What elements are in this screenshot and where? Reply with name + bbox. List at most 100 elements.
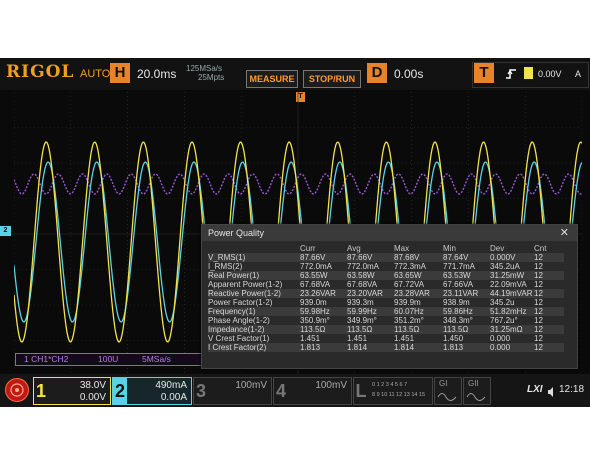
measurement-value: 59.99Hz [347, 307, 394, 316]
measurement-value: 939.0m [300, 298, 327, 307]
speaker-icon[interactable] [547, 384, 557, 402]
measurement-value: 939.3m [347, 298, 374, 307]
column-header: Max [394, 244, 410, 253]
measurement-value: 0.000 [490, 334, 511, 343]
measurement-value: 23.11VAR [443, 289, 490, 298]
horizontal-badge[interactable]: H [110, 63, 130, 83]
sine-wave-icon [466, 393, 486, 401]
column-header: Curr [300, 244, 316, 253]
table-row: V_RMS(1) 87.66V 87.66V 87.68V 87.64V 0.000V 12 [208, 253, 564, 262]
channel-2-number: 2 [113, 378, 127, 404]
measurement-name: Impedance(1-2) [208, 325, 300, 334]
measurement-value: 87.64V [443, 253, 490, 262]
edge-trigger-icon [505, 67, 517, 85]
measurement-value: 63.58W [347, 271, 394, 280]
measurement-value: 1.451 [300, 334, 321, 343]
measurement-value: 12 [534, 271, 564, 280]
measurement-value: 31.25mΩ [490, 325, 534, 334]
measurement-value: 350.9m° [300, 316, 330, 325]
measurement-name: Reactive Power(1-2) [208, 289, 300, 298]
dialog-title: Power Quality [202, 225, 577, 241]
timebase-value[interactable]: 20.0ms [137, 67, 176, 81]
measurement-value: 0.000 [490, 343, 534, 352]
measurement-value: 772.0mA [347, 262, 380, 271]
table-row: Real Power(1) 63.55W 63.58W 63.65W 63.53W 31.… [208, 271, 564, 280]
channel-4-scale: 100mV [315, 380, 347, 391]
measurement-value: 12 [534, 298, 543, 307]
menu-button[interactable] [5, 378, 29, 402]
math-sample-rate: 5MSa/s [142, 354, 171, 364]
measurement-value: 23.20VAR [347, 289, 394, 298]
measurement-value: 1.814 [394, 343, 443, 352]
stop-run-button[interactable]: STOP/RUN [303, 70, 361, 88]
measurement-value: 51.82mHz [490, 307, 534, 316]
channel-3-scale: 100mV [235, 380, 267, 391]
generator-1-button[interactable]: GI [434, 377, 462, 405]
measurement-value: 63.65W [394, 271, 443, 280]
measurement-name: I_RMS(2) [208, 262, 243, 271]
channel-1-scale: 38.0V [79, 380, 106, 391]
measurement-value: 67.68VA [347, 280, 378, 289]
sample-rate: 125MSa/s [186, 64, 223, 73]
measurement-value: 113.5Ω [443, 325, 490, 334]
math-label-bar[interactable]: 1 CH1*CH2 100U 5MSa/s [15, 353, 203, 366]
measurement-value: 772.0mA [300, 262, 333, 271]
trigger-coupling[interactable]: A [575, 69, 581, 79]
trigger-level[interactable]: 0.00V [538, 69, 562, 79]
channel-3-number: 3 [195, 381, 206, 401]
measurement-value: 345.2uA [490, 262, 520, 271]
lxi-icon[interactable]: LXI [527, 384, 543, 395]
channel-2-offset: 0.00A [160, 392, 187, 403]
channel-4-panel[interactable]: 4 100mV [273, 377, 352, 405]
measure-button[interactable]: MEASURE [246, 70, 298, 88]
channel-1-offset: 0.00V [79, 392, 106, 403]
generator-2-button[interactable]: GII [463, 377, 491, 405]
column-header: Dev [490, 244, 505, 253]
measurement-value: 1.451 [347, 334, 368, 343]
measurement-name: V_RMS(1) [208, 253, 300, 262]
measurement-value: 113.5Ω [347, 325, 394, 334]
channel-3-panel[interactable]: 3 100mV [193, 377, 272, 405]
measurement-value: 63.53W [443, 271, 490, 280]
table-row: Impedance(1-2) 113.5Ω 113.5Ω 113.5Ω 113.5Ω 31… [208, 325, 564, 334]
measurement-value: 59.86Hz [443, 307, 490, 316]
column-header: Cnt [534, 244, 547, 253]
measurement-name: I Crest Factor(2) [208, 343, 300, 352]
channel-2-panel[interactable]: 2 490mA 0.00A [112, 377, 192, 405]
trigger-source-icon [524, 67, 533, 79]
measurement-value: 31.25mW [490, 271, 534, 280]
measurement-value: 87.66V [300, 253, 347, 262]
table-row: Apparent Power(1-2) 67.68VA 67.68VA 67.72VA… [208, 280, 564, 289]
measurement-value: 348.3m° [443, 316, 473, 325]
measurement-value: 60.07Hz [394, 307, 443, 316]
delay-badge[interactable]: D [367, 63, 387, 83]
measurement-value: 22.09mVA [490, 280, 527, 289]
close-icon[interactable]: ✕ [560, 226, 569, 239]
channel-1-panel[interactable]: 1 38.0V 0.00V [33, 377, 111, 405]
table-row: Phase Angle(1-2) 350.9m° 349.9m° 351.2m° 348… [208, 316, 564, 325]
generator-1-label: GI [439, 379, 448, 388]
memory-depth: 25Mpts [198, 73, 225, 82]
column-header: Avg [347, 244, 361, 253]
measurement-value: 1.813 [443, 343, 490, 352]
measurement-value: 1.814 [347, 343, 394, 352]
measurement-value: 1.813 [300, 343, 347, 352]
channel-2-scale: 490mA [155, 380, 187, 391]
channel-2-marker[interactable]: 2 [0, 226, 11, 236]
measurement-value: 12 [534, 334, 543, 343]
measurement-name: Real Power(1) [208, 271, 300, 280]
measurement-name: V Crest Factor(1) [208, 334, 270, 343]
measurement-value: 12 [534, 316, 543, 325]
trigger-badge[interactable]: T [474, 63, 494, 83]
table-row: Reactive Power(1-2) 23.26VAR 23.20VAR 23.28… [208, 289, 564, 298]
measurement-value: 772.3mA [394, 262, 427, 271]
logic-analyzer-panel[interactable]: L 0 1 2 3 4 5 6 7 8 9 10 11 12 13 14 15 [353, 377, 433, 405]
clock-time: 12:18 [559, 384, 585, 395]
measurement-value: 87.66V [347, 253, 394, 262]
top-status-bar: RIGOL AUTO H 20.0ms 125MSa/s 25Mpts MEAS… [0, 58, 590, 90]
acquisition-mode[interactable]: AUTO [80, 68, 110, 80]
math-expression: 1 CH1*CH2 [24, 354, 69, 364]
power-quality-dialog[interactable]: Power Quality ✕ Curr Avg Max Min Dev Cnt V_RM… [201, 224, 578, 369]
measurement-value: 23.26VAR [300, 289, 347, 298]
delay-value[interactable]: 0.00s [394, 67, 423, 81]
